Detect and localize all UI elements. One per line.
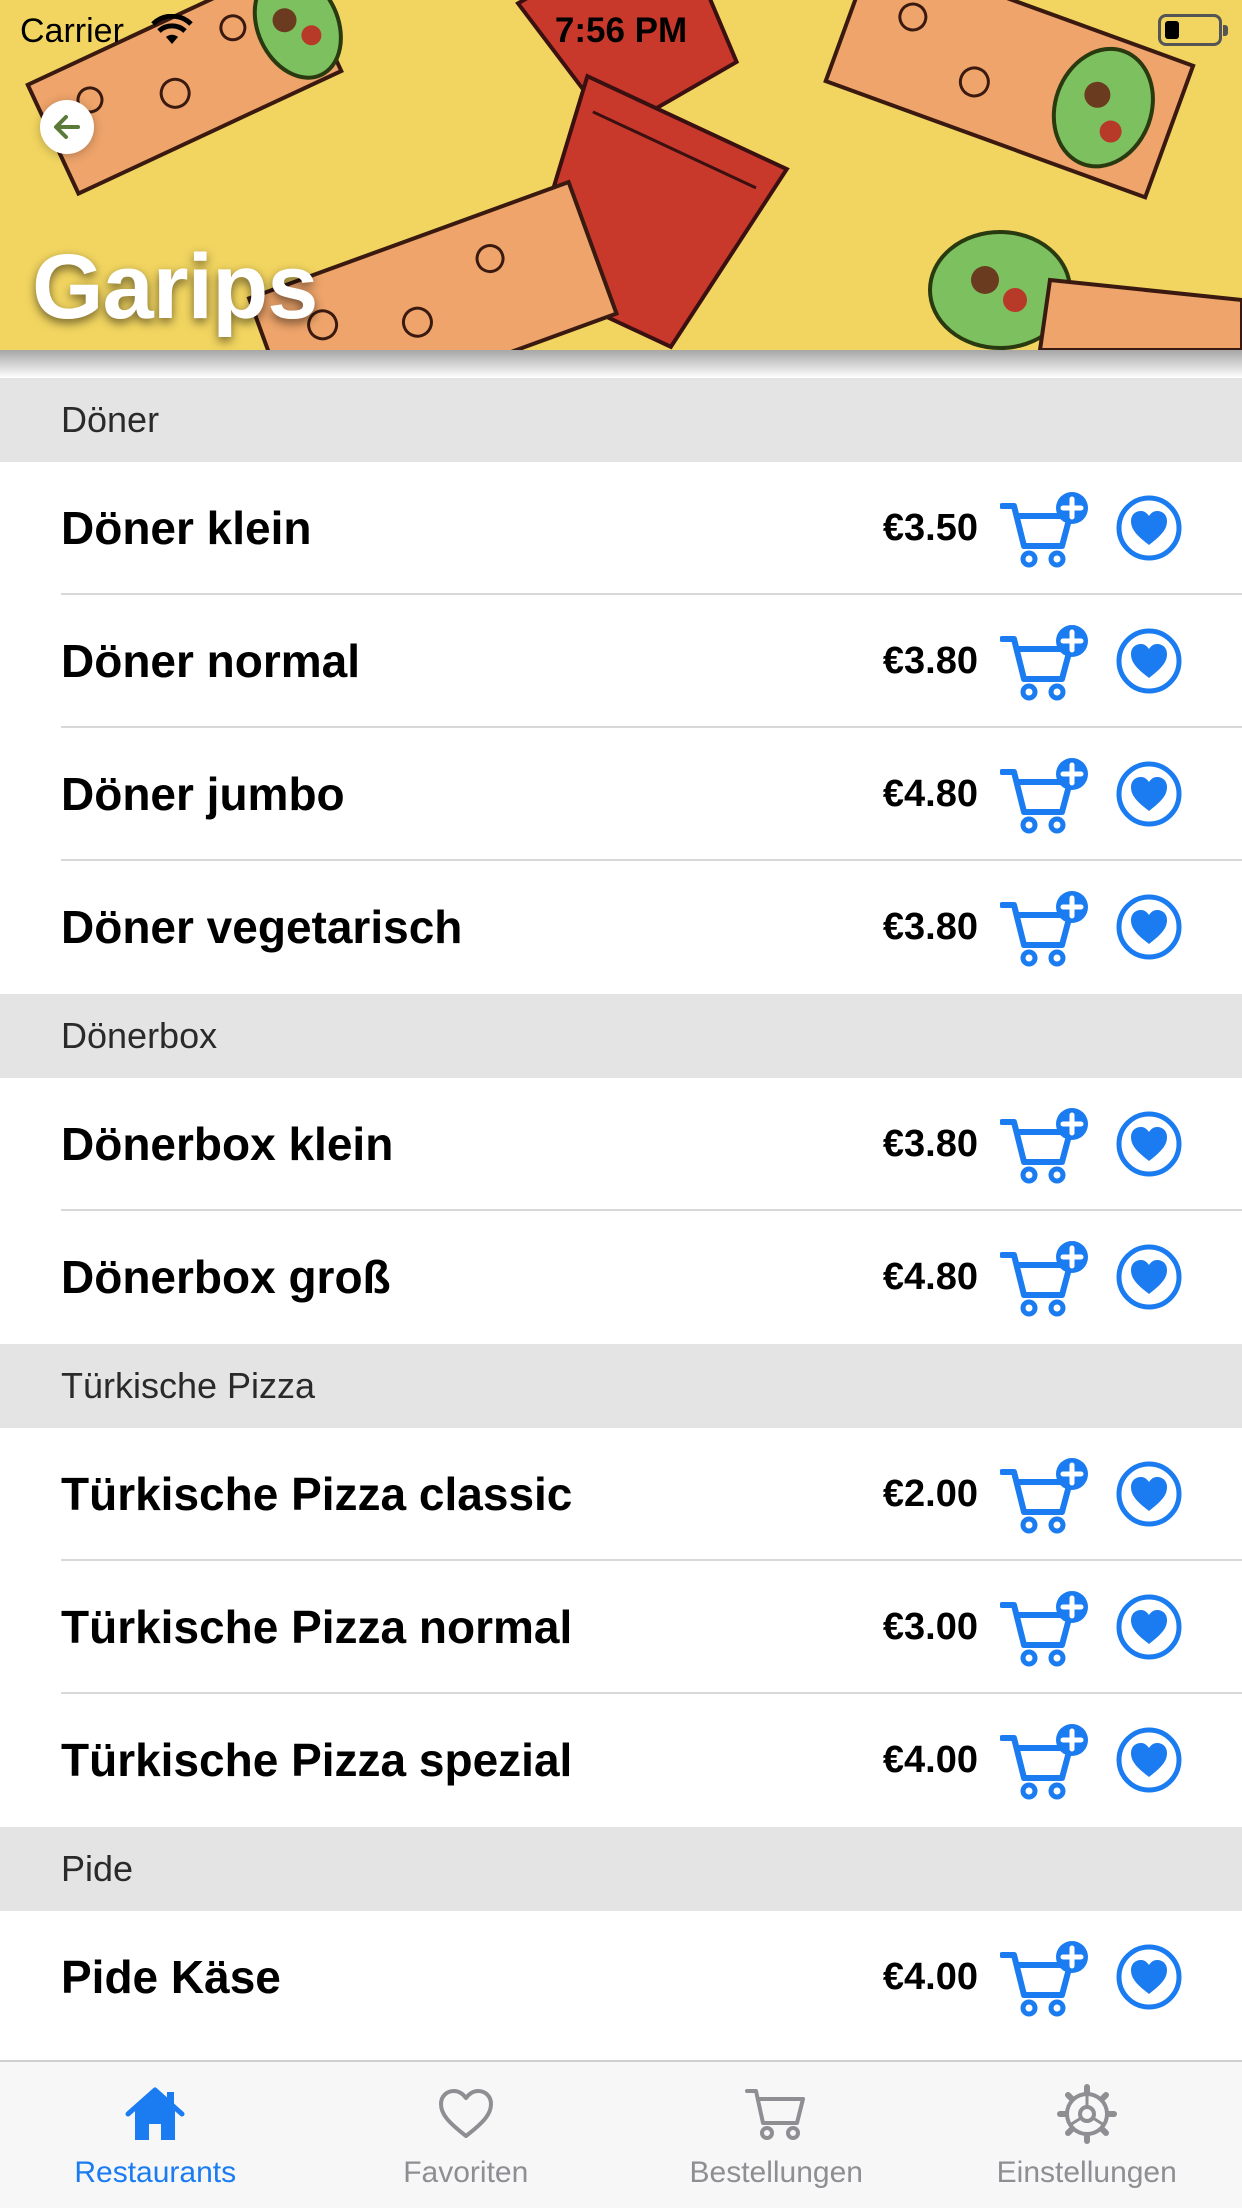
menu-item-row[interactable]: Pide Käse €4.00	[0, 1911, 1242, 2044]
add-to-cart-button[interactable]	[999, 1722, 1092, 1802]
status-time: 7:56 PM	[554, 11, 688, 50]
menu-item-name: Pide Käse	[61, 1951, 281, 2003]
add-to-cart-button[interactable]	[999, 1239, 1092, 1319]
add-to-cart-button[interactable]	[999, 1589, 1092, 1669]
add-to-cart-button[interactable]	[999, 490, 1092, 570]
section-header: Döner	[0, 378, 1242, 462]
cart-plus-icon	[999, 1108, 1088, 1184]
menu-item-name: Döner klein	[61, 502, 312, 554]
status-bar: Carrier 7:56 PM	[0, 0, 1242, 62]
favorite-button[interactable]	[1116, 1461, 1182, 1527]
gear-icon	[1056, 2082, 1117, 2146]
menu-item-name: Türkische Pizza normal	[61, 1601, 573, 1653]
heart-circle-icon	[1116, 894, 1182, 960]
cart-plus-icon	[999, 1591, 1088, 1667]
menu-item-name: Türkische Pizza classic	[61, 1468, 573, 1520]
tab-bar: Restaurants Favoriten Bestellungen Einst…	[0, 2060, 1242, 2208]
menu-item-row[interactable]: Türkische Pizza normal €3.00	[0, 1561, 1242, 1694]
cart-icon	[745, 2082, 807, 2146]
tab-bestellungen[interactable]: Bestellungen	[621, 2062, 932, 2208]
menu-item-price: €3.80	[882, 640, 978, 682]
heart-circle-icon	[1116, 1111, 1182, 1177]
restaurant-header: Carrier 7:56 PM Garips	[0, 0, 1242, 350]
section-header: Türkische Pizza	[0, 1344, 1242, 1428]
arrow-left-icon	[54, 115, 80, 139]
cart-plus-icon	[999, 1458, 1088, 1534]
favorite-button[interactable]	[1116, 1944, 1182, 2010]
add-to-cart-button[interactable]	[999, 1456, 1092, 1536]
menu-item-name: Döner normal	[61, 635, 361, 687]
menu-item-price: €3.00	[882, 1606, 978, 1648]
heart-circle-icon	[1116, 1944, 1182, 2010]
cart-plus-icon	[999, 625, 1088, 701]
heart-circle-icon	[1116, 1727, 1182, 1793]
menu-list[interactable]: Döner Döner klein €3.50 Döner normal €3.80 Dö…	[0, 378, 1242, 2044]
tab-einstellungen[interactable]: Einstellungen	[932, 2062, 1242, 2208]
heart-circle-icon	[1116, 1594, 1182, 1660]
add-to-cart-button[interactable]	[999, 623, 1092, 703]
cart-plus-icon	[999, 758, 1088, 834]
menu-item-price: €4.80	[882, 773, 978, 815]
battery-icon	[1158, 14, 1228, 46]
back-button[interactable]	[40, 100, 94, 154]
section-header: Dönerbox	[0, 994, 1242, 1078]
menu-item-name: Döner vegetarisch	[61, 901, 463, 953]
menu-item-row[interactable]: Türkische Pizza classic €2.00	[0, 1428, 1242, 1561]
menu-item-price: €4.00	[882, 1739, 978, 1781]
menu-item-price: €4.80	[882, 1256, 978, 1298]
menu-item-price: €3.80	[882, 906, 978, 948]
tab-label: Favoriten	[403, 2156, 529, 2189]
tab-label: Restaurants	[74, 2156, 237, 2189]
menu-item-price: €3.50	[882, 507, 978, 549]
menu-item-price: €2.00	[882, 1473, 978, 1515]
cart-plus-icon	[999, 1941, 1088, 2017]
menu-item-row[interactable]: Döner normal €3.80	[0, 595, 1242, 728]
heart-circle-icon	[1116, 628, 1182, 694]
menu-item-row[interactable]: Türkische Pizza spezial €4.00	[0, 1694, 1242, 1827]
menu-item-row[interactable]: Dönerbox groß €4.80	[0, 1211, 1242, 1344]
favorite-button[interactable]	[1116, 1594, 1182, 1660]
favorite-button[interactable]	[1116, 894, 1182, 960]
add-to-cart-button[interactable]	[999, 1106, 1092, 1186]
favorite-button[interactable]	[1116, 1727, 1182, 1793]
house-icon	[124, 2082, 186, 2146]
favorite-button[interactable]	[1116, 761, 1182, 827]
menu-item-name: Dönerbox klein	[61, 1118, 394, 1170]
tab-label: Bestellungen	[689, 2156, 863, 2189]
menu-item-row[interactable]: Dönerbox klein €3.80	[0, 1078, 1242, 1211]
menu-item-price: €4.00	[882, 1956, 978, 1998]
menu-item-row[interactable]: Döner klein €3.50	[0, 462, 1242, 595]
heart-circle-icon	[1116, 495, 1182, 561]
favorite-button[interactable]	[1116, 1244, 1182, 1310]
favorite-button[interactable]	[1116, 495, 1182, 561]
add-to-cart-button[interactable]	[999, 889, 1092, 969]
menu-item-row[interactable]: Döner vegetarisch €3.80	[0, 861, 1242, 994]
menu-item-row[interactable]: Döner jumbo €4.80	[0, 728, 1242, 861]
add-to-cart-button[interactable]	[999, 1939, 1092, 2019]
menu-item-price: €3.80	[882, 1123, 978, 1165]
cart-plus-icon	[999, 1724, 1088, 1800]
section-header: Pide	[0, 1827, 1242, 1911]
restaurant-title: Garips	[32, 236, 318, 338]
favorite-button[interactable]	[1116, 1111, 1182, 1177]
heart-circle-icon	[1116, 1244, 1182, 1310]
cart-plus-icon	[999, 891, 1088, 967]
heart-icon	[438, 2082, 494, 2146]
tab-label: Einstellungen	[996, 2156, 1177, 2189]
menu-item-name: Döner jumbo	[61, 768, 345, 820]
header-shadow	[0, 350, 1242, 378]
favorite-button[interactable]	[1116, 628, 1182, 694]
heart-circle-icon	[1116, 761, 1182, 827]
menu-item-name: Dönerbox groß	[61, 1251, 391, 1303]
cart-plus-icon	[999, 1241, 1088, 1317]
tab-restaurants[interactable]: Restaurants	[0, 2062, 311, 2208]
heart-circle-icon	[1116, 1461, 1182, 1527]
menu-item-name: Türkische Pizza spezial	[61, 1734, 573, 1786]
add-to-cart-button[interactable]	[999, 756, 1092, 836]
cart-plus-icon	[999, 492, 1088, 568]
tab-favoriten[interactable]: Favoriten	[311, 2062, 622, 2208]
